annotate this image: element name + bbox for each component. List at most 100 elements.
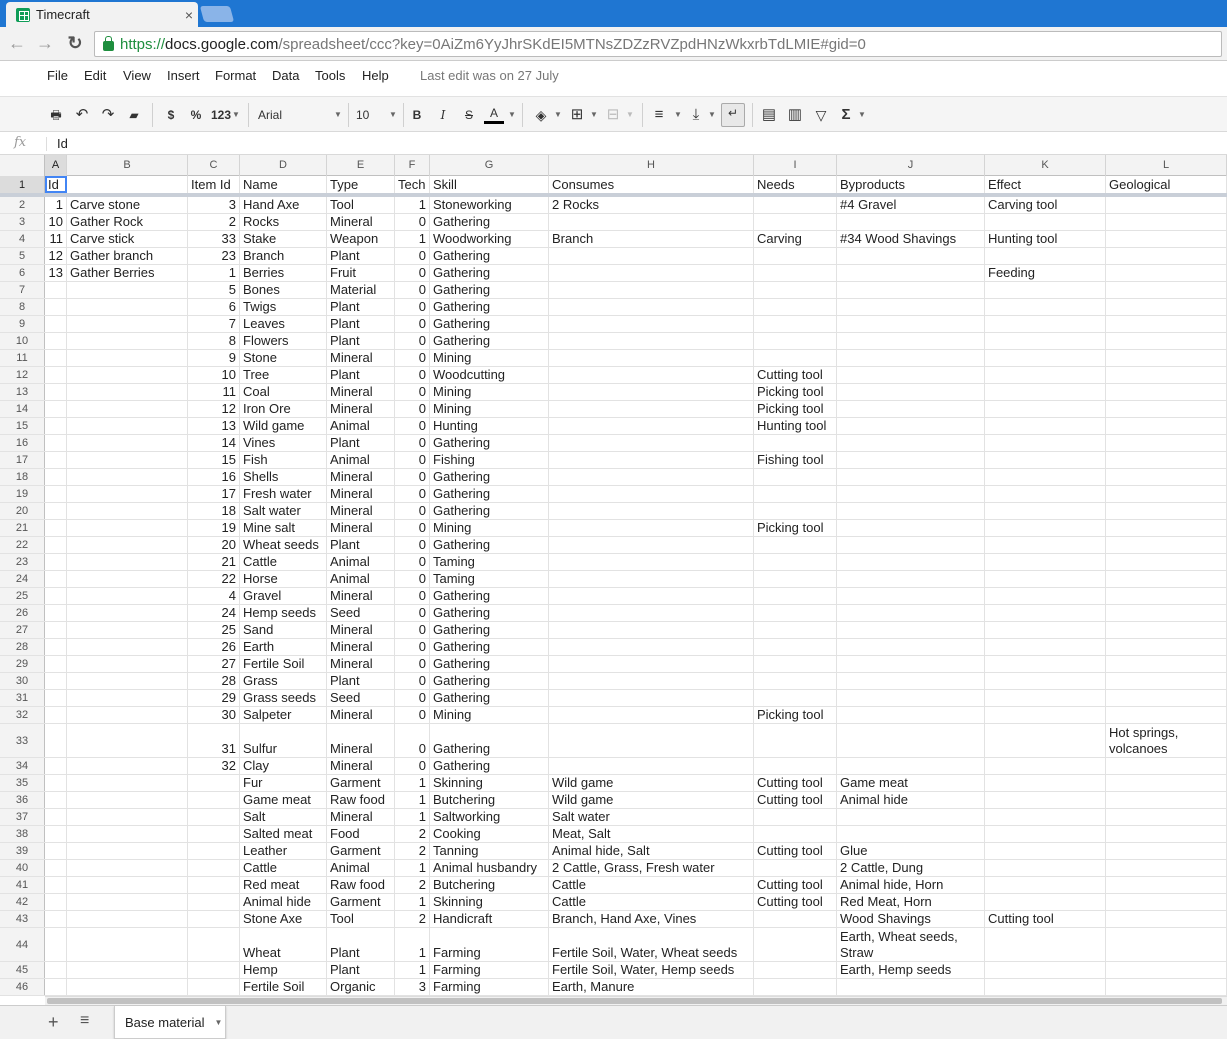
cell-k26[interactable] [985, 605, 1106, 621]
cell-j2[interactable]: #4 Gravel [837, 197, 985, 213]
cell-k5[interactable] [985, 248, 1106, 264]
cell-h3[interactable] [549, 214, 754, 230]
cell-f32[interactable]: 0 [395, 707, 430, 723]
cell-f3[interactable]: 0 [395, 214, 430, 230]
cell-j28[interactable] [837, 639, 985, 655]
cell-i34[interactable] [754, 758, 837, 774]
cell-e37[interactable]: Mineral [327, 809, 395, 825]
cell-c10[interactable]: 8 [188, 333, 240, 349]
cell-e6[interactable]: Fruit [327, 265, 395, 281]
cell-c20[interactable]: 18 [188, 503, 240, 519]
cell-l40[interactable] [1106, 860, 1227, 876]
cell-d17[interactable]: Fish [240, 452, 327, 468]
row-header[interactable]: 23 [0, 554, 45, 570]
cell-e8[interactable]: Plant [327, 299, 395, 315]
cell-k16[interactable] [985, 435, 1106, 451]
cell-j5[interactable] [837, 248, 985, 264]
cell-j27[interactable] [837, 622, 985, 638]
cell-j37[interactable] [837, 809, 985, 825]
column-header-a[interactable]: A [45, 155, 67, 176]
cell-f13[interactable]: 0 [395, 384, 430, 400]
cell-g40[interactable]: Animal husbandry [430, 860, 549, 876]
cell-j6[interactable] [837, 265, 985, 281]
cell-j33[interactable] [837, 724, 985, 757]
cell-i17[interactable]: Fishing tool [754, 452, 837, 468]
cell-l36[interactable] [1106, 792, 1227, 808]
menu-view[interactable]: View [123, 68, 151, 83]
cell-g14[interactable]: Mining [430, 401, 549, 417]
row-header[interactable]: 25 [0, 588, 45, 604]
row-header[interactable]: 28 [0, 639, 45, 655]
cell-l28[interactable] [1106, 639, 1227, 655]
cell-e15[interactable]: Animal [327, 418, 395, 434]
cell-l33[interactable]: Hot springs, volcanoes [1106, 724, 1227, 757]
undo-icon[interactable]: ↶ [74, 106, 90, 124]
cell-j31[interactable] [837, 690, 985, 706]
browser-tab[interactable]: Timecraft × [6, 2, 198, 27]
cell-l14[interactable] [1106, 401, 1227, 417]
cell-i21[interactable]: Picking tool [754, 520, 837, 536]
cell-g4[interactable]: Woodworking [430, 231, 549, 247]
row-header[interactable]: 33 [0, 724, 45, 757]
cell-c26[interactable]: 24 [188, 605, 240, 621]
cell-k35[interactable] [985, 775, 1106, 791]
cell-h13[interactable] [549, 384, 754, 400]
cell-c14[interactable]: 12 [188, 401, 240, 417]
cell-a39[interactable] [45, 843, 67, 859]
cell-l34[interactable] [1106, 758, 1227, 774]
row-header[interactable]: 21 [0, 520, 45, 536]
cell-b19[interactable] [67, 486, 188, 502]
cell-j23[interactable] [837, 554, 985, 570]
cell-c34[interactable]: 32 [188, 758, 240, 774]
cell-a24[interactable] [45, 571, 67, 587]
cell-d42[interactable]: Animal hide [240, 894, 327, 910]
cell-c29[interactable]: 27 [188, 656, 240, 672]
cell-l2[interactable] [1106, 197, 1227, 213]
cell-e5[interactable]: Plant [327, 248, 395, 264]
row-header[interactable]: 9 [0, 316, 45, 332]
cell-c39[interactable] [188, 843, 240, 859]
chevron-down-icon[interactable]: ▼ [508, 106, 516, 124]
cell-k6[interactable]: Feeding [985, 265, 1106, 281]
cell-e11[interactable]: Mineral [327, 350, 395, 366]
cell-d23[interactable]: Cattle [240, 554, 327, 570]
cell-e20[interactable]: Mineral [327, 503, 395, 519]
cell-a26[interactable] [45, 605, 67, 621]
cell-k37[interactable] [985, 809, 1106, 825]
cell-d40[interactable]: Cattle [240, 860, 327, 876]
cell-g33[interactable]: Gathering [430, 724, 549, 757]
cell-i22[interactable] [754, 537, 837, 553]
row-header[interactable]: 5 [0, 248, 45, 264]
cell-f10[interactable]: 0 [395, 333, 430, 349]
cell-a45[interactable] [45, 962, 67, 978]
cell-j30[interactable] [837, 673, 985, 689]
cell-g29[interactable]: Gathering [430, 656, 549, 672]
cell-h19[interactable] [549, 486, 754, 502]
cell-d22[interactable]: Wheat seeds [240, 537, 327, 553]
cell-l45[interactable] [1106, 962, 1227, 978]
row-header[interactable]: 13 [0, 384, 45, 400]
paint-format-icon[interactable]: ▰ [126, 106, 142, 124]
cell-f15[interactable]: 0 [395, 418, 430, 434]
cell-e10[interactable]: Plant [327, 333, 395, 349]
cell-a13[interactable] [45, 384, 67, 400]
cell-g23[interactable]: Taming [430, 554, 549, 570]
cell-k24[interactable] [985, 571, 1106, 587]
cell-j36[interactable]: Animal hide [837, 792, 985, 808]
cell-b38[interactable] [67, 826, 188, 842]
cell-a25[interactable] [45, 588, 67, 604]
cell-l16[interactable] [1106, 435, 1227, 451]
row-header[interactable]: 6 [0, 265, 45, 281]
cell-c32[interactable]: 30 [188, 707, 240, 723]
cell-j9[interactable] [837, 316, 985, 332]
cell-f35[interactable]: 1 [395, 775, 430, 791]
cell-b28[interactable] [67, 639, 188, 655]
row-header[interactable]: 24 [0, 571, 45, 587]
cell-l3[interactable] [1106, 214, 1227, 230]
cell-c13[interactable]: 11 [188, 384, 240, 400]
cell-e42[interactable]: Garment [327, 894, 395, 910]
formula-input[interactable]: Id [57, 136, 68, 151]
cell-h24[interactable] [549, 571, 754, 587]
cell-a31[interactable] [45, 690, 67, 706]
cell-g6[interactable]: Gathering [430, 265, 549, 281]
